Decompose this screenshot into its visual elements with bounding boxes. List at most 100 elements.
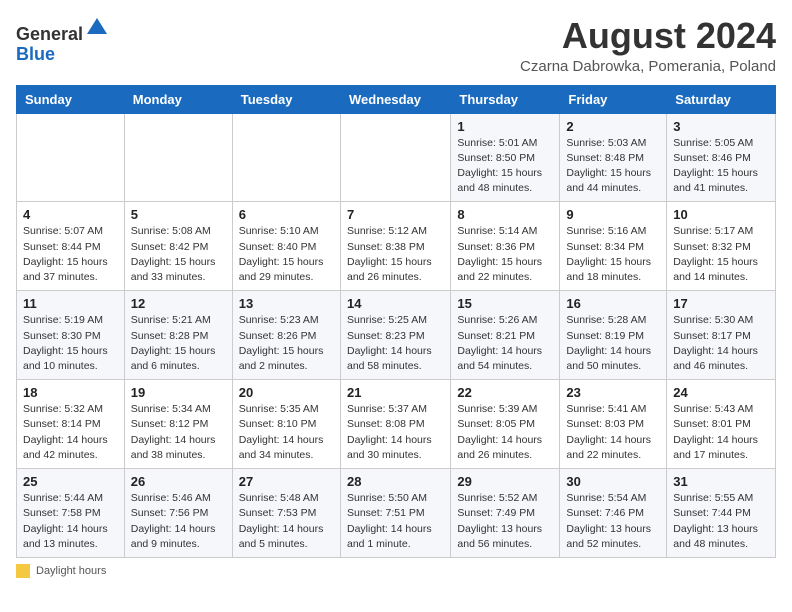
calendar-cell: 30Sunrise: 5:54 AM Sunset: 7:46 PM Dayli… bbox=[560, 469, 667, 558]
calendar-cell bbox=[340, 113, 450, 202]
footer-note: Daylight hours bbox=[16, 564, 776, 578]
day-number: 11 bbox=[23, 296, 118, 311]
calendar-cell: 27 Sunrise: 5:48 AM Sunset: 7:53 PM Dayli… bbox=[232, 469, 340, 558]
col-header-monday: Monday bbox=[124, 85, 232, 113]
day-info: Sunrise: 5:48 AM Sunset: 7:53 PM Dayligh… bbox=[239, 491, 334, 552]
day-number: 21 bbox=[347, 385, 444, 400]
calendar-cell: 14Sunrise: 5:25 AM Sunset: 8:23 PM Dayli… bbox=[340, 291, 450, 380]
day-number: 4 bbox=[23, 207, 118, 222]
day-number: 9 bbox=[566, 207, 660, 222]
day-number: 23 bbox=[566, 385, 660, 400]
calendar-cell: 15 Sunrise: 5:26 AM Sunset: 8:21 PM Dayli… bbox=[451, 291, 560, 380]
day-info: Sunrise: 5:19 AM Sunset: 8:30 PM Dayligh… bbox=[23, 313, 118, 374]
day-info: Sunrise: 5:12 AM Sunset: 8:38 PM Dayligh… bbox=[347, 224, 444, 285]
day-number: 5 bbox=[131, 207, 226, 222]
daylight-label: Daylight hours bbox=[36, 565, 106, 577]
col-header-tuesday: Tuesday bbox=[232, 85, 340, 113]
day-info: Sunrise: 5:08 AM Sunset: 8:42 PM Dayligh… bbox=[131, 224, 226, 285]
day-number: 1 bbox=[457, 119, 553, 134]
calendar-cell: 4 Sunrise: 5:07 AM Sunset: 8:44 PM Daylig… bbox=[17, 202, 125, 291]
day-info: Sunrise: 5:28 AM Sunset: 8:19 PM Dayligh… bbox=[566, 313, 660, 374]
day-info: Sunrise: 5:21 AM Sunset: 8:28 PM Dayligh… bbox=[131, 313, 226, 374]
calendar-cell: 25 Sunrise: 5:44 AM Sunset: 7:58 PM Dayli… bbox=[17, 469, 125, 558]
calendar-cell: 21 Sunrise: 5:37 AM Sunset: 8:08 PM Dayli… bbox=[340, 380, 450, 469]
calendar-cell: 11 Sunrise: 5:19 AM Sunset: 8:30 PM Dayli… bbox=[17, 291, 125, 380]
day-info: Sunrise: 5:01 AM Sunset: 8:50 PM Dayligh… bbox=[457, 136, 553, 197]
day-info: Sunrise: 5:17 AM Sunset: 8:32 PM Dayligh… bbox=[673, 224, 769, 285]
col-header-friday: Friday bbox=[560, 85, 667, 113]
logo-blue: Blue bbox=[16, 44, 55, 64]
calendar-cell: 18 Sunrise: 5:32 AM Sunset: 8:14 PM Dayli… bbox=[17, 380, 125, 469]
calendar-week-row: 1 Sunrise: 5:01 AM Sunset: 8:50 PM Daylig… bbox=[17, 113, 776, 202]
day-number: 3 bbox=[673, 119, 769, 134]
calendar-week-row: 18 Sunrise: 5:32 AM Sunset: 8:14 PM Dayli… bbox=[17, 380, 776, 469]
day-number: 7 bbox=[347, 207, 444, 222]
calendar-body: 1 Sunrise: 5:01 AM Sunset: 8:50 PM Daylig… bbox=[17, 113, 776, 557]
calendar-cell: 20 Sunrise: 5:35 AM Sunset: 8:10 PM Dayli… bbox=[232, 380, 340, 469]
calendar-cell: 17Sunrise: 5:30 AM Sunset: 8:17 PM Dayli… bbox=[667, 291, 776, 380]
calendar-week-row: 25 Sunrise: 5:44 AM Sunset: 7:58 PM Dayli… bbox=[17, 469, 776, 558]
day-number: 15 bbox=[457, 296, 553, 311]
day-info: Sunrise: 5:50 AM Sunset: 7:51 PM Dayligh… bbox=[347, 491, 444, 552]
calendar-cell: 29Sunrise: 5:52 AM Sunset: 7:49 PM Dayli… bbox=[451, 469, 560, 558]
calendar-cell: 26Sunrise: 5:46 AM Sunset: 7:56 PM Dayli… bbox=[124, 469, 232, 558]
calendar-cell: 1 Sunrise: 5:01 AM Sunset: 8:50 PM Daylig… bbox=[451, 113, 560, 202]
day-number: 24 bbox=[673, 385, 769, 400]
day-info: Sunrise: 5:46 AM Sunset: 7:56 PM Dayligh… bbox=[131, 491, 226, 552]
day-info: Sunrise: 5:35 AM Sunset: 8:10 PM Dayligh… bbox=[239, 402, 334, 463]
calendar-cell: 22Sunrise: 5:39 AM Sunset: 8:05 PM Dayli… bbox=[451, 380, 560, 469]
day-number: 14 bbox=[347, 296, 444, 311]
day-info: Sunrise: 5:03 AM Sunset: 8:48 PM Dayligh… bbox=[566, 136, 660, 197]
location-subtitle: Czarna Dabrowka, Pomerania, Poland bbox=[520, 58, 776, 75]
day-number: 29 bbox=[457, 474, 553, 489]
day-info: Sunrise: 5:55 AM Sunset: 7:44 PM Dayligh… bbox=[673, 491, 769, 552]
day-info: Sunrise: 5:05 AM Sunset: 8:46 PM Dayligh… bbox=[673, 136, 769, 197]
calendar-cell: 2 Sunrise: 5:03 AM Sunset: 8:48 PM Daylig… bbox=[560, 113, 667, 202]
logo-general: General bbox=[16, 24, 83, 44]
month-year-title: August 2024 bbox=[520, 16, 776, 56]
day-info: Sunrise: 5:07 AM Sunset: 8:44 PM Dayligh… bbox=[23, 224, 118, 285]
col-header-wednesday: Wednesday bbox=[340, 85, 450, 113]
col-header-sunday: Sunday bbox=[17, 85, 125, 113]
day-number: 30 bbox=[566, 474, 660, 489]
calendar-cell: 10Sunrise: 5:17 AM Sunset: 8:32 PM Dayli… bbox=[667, 202, 776, 291]
day-number: 8 bbox=[457, 207, 553, 222]
day-number: 18 bbox=[23, 385, 118, 400]
col-header-saturday: Saturday bbox=[667, 85, 776, 113]
calendar-cell bbox=[232, 113, 340, 202]
day-info: Sunrise: 5:32 AM Sunset: 8:14 PM Dayligh… bbox=[23, 402, 118, 463]
day-number: 27 bbox=[239, 474, 334, 489]
page-header: General Blue August 2024 Czarna Dabrowka… bbox=[16, 16, 776, 75]
calendar-cell: 6Sunrise: 5:10 AM Sunset: 8:40 PM Daylig… bbox=[232, 202, 340, 291]
calendar-week-row: 11 Sunrise: 5:19 AM Sunset: 8:30 PM Dayli… bbox=[17, 291, 776, 380]
daylight-bar-icon bbox=[16, 564, 30, 578]
day-number: 2 bbox=[566, 119, 660, 134]
day-number: 6 bbox=[239, 207, 334, 222]
calendar-cell: 23Sunrise: 5:41 AM Sunset: 8:03 PM Dayli… bbox=[560, 380, 667, 469]
day-info: Sunrise: 5:26 AM Sunset: 8:21 PM Dayligh… bbox=[457, 313, 553, 374]
day-number: 16 bbox=[566, 296, 660, 311]
logo: General Blue bbox=[16, 16, 109, 65]
day-number: 13 bbox=[239, 296, 334, 311]
day-number: 22 bbox=[457, 385, 553, 400]
calendar-cell: 13 Sunrise: 5:23 AM Sunset: 8:26 PM Dayli… bbox=[232, 291, 340, 380]
day-info: Sunrise: 5:37 AM Sunset: 8:08 PM Dayligh… bbox=[347, 402, 444, 463]
calendar-cell: 3 Sunrise: 5:05 AM Sunset: 8:46 PM Daylig… bbox=[667, 113, 776, 202]
day-number: 25 bbox=[23, 474, 118, 489]
title-section: August 2024 Czarna Dabrowka, Pomerania, … bbox=[520, 16, 776, 75]
calendar-cell: 24Sunrise: 5:43 AM Sunset: 8:01 PM Dayli… bbox=[667, 380, 776, 469]
calendar-header-row: SundayMondayTuesdayWednesdayThursdayFrid… bbox=[17, 85, 776, 113]
calendar-cell: 7 Sunrise: 5:12 AM Sunset: 8:38 PM Daylig… bbox=[340, 202, 450, 291]
day-number: 20 bbox=[239, 385, 334, 400]
day-info: Sunrise: 5:34 AM Sunset: 8:12 PM Dayligh… bbox=[131, 402, 226, 463]
day-info: Sunrise: 5:44 AM Sunset: 7:58 PM Dayligh… bbox=[23, 491, 118, 552]
logo-icon bbox=[85, 16, 109, 40]
calendar-cell: 28 Sunrise: 5:50 AM Sunset: 7:51 PM Dayli… bbox=[340, 469, 450, 558]
col-header-thursday: Thursday bbox=[451, 85, 560, 113]
calendar-cell bbox=[124, 113, 232, 202]
day-number: 28 bbox=[347, 474, 444, 489]
day-info: Sunrise: 5:23 AM Sunset: 8:26 PM Dayligh… bbox=[239, 313, 334, 374]
day-info: Sunrise: 5:30 AM Sunset: 8:17 PM Dayligh… bbox=[673, 313, 769, 374]
calendar-cell: 19Sunrise: 5:34 AM Sunset: 8:12 PM Dayli… bbox=[124, 380, 232, 469]
day-number: 12 bbox=[131, 296, 226, 311]
